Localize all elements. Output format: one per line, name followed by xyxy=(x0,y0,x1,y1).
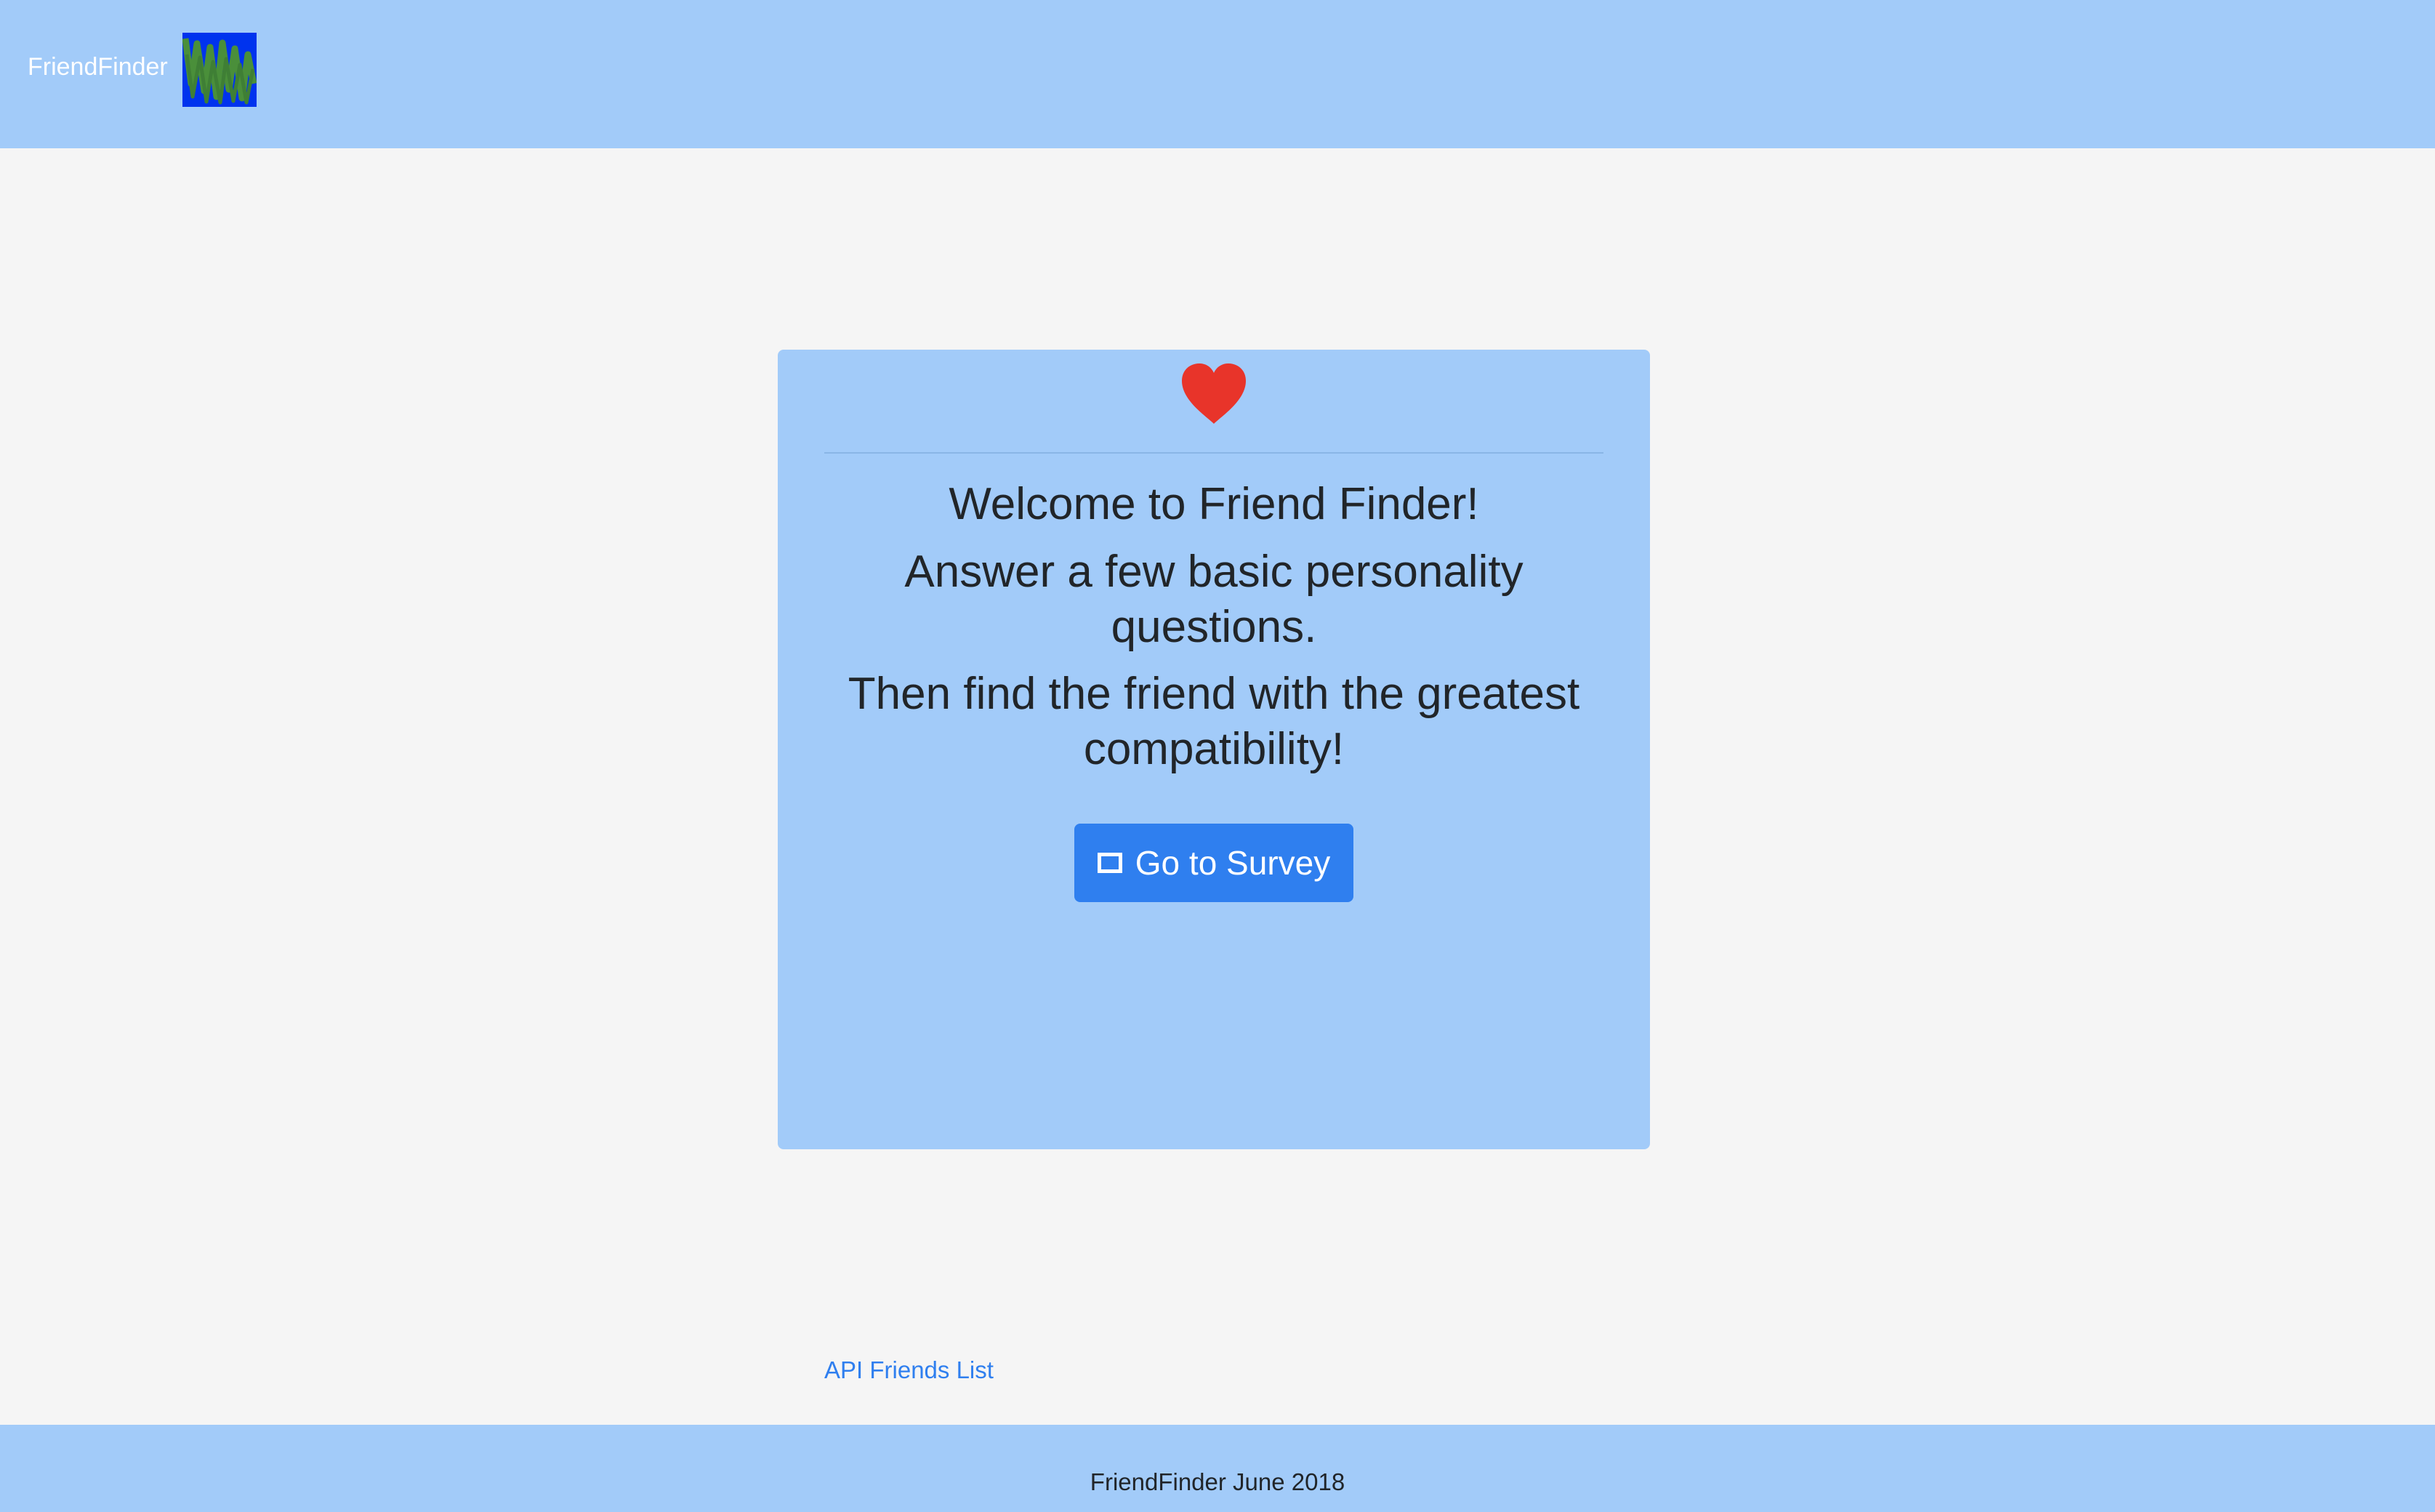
instructions-heading: Answer a few basic personality questions… xyxy=(904,547,1524,652)
go-to-survey-button[interactable]: Go to Survey xyxy=(1074,824,1353,902)
welcome-card: Welcome to Friend Finder! Answer a few b… xyxy=(778,350,1650,1383)
footer: FriendFinder June 2018 xyxy=(0,1425,2435,1512)
navbar: FriendFinder xyxy=(0,0,2435,148)
checkbox-icon xyxy=(1097,853,1122,873)
card-divider xyxy=(824,452,1603,454)
footer-text: FriendFinder June 2018 xyxy=(1090,1468,1345,1495)
zigzag-logo-icon[interactable] xyxy=(182,33,257,107)
welcome-heading: Welcome to Friend Finder! xyxy=(949,479,1479,529)
api-friends-list-link[interactable]: API Friends List xyxy=(824,1356,994,1385)
compatibility-heading: Then find the friend with the greatest c… xyxy=(848,669,1580,774)
go-to-survey-label: Go to Survey xyxy=(1135,844,1331,882)
brand-link[interactable]: FriendFinder xyxy=(28,51,168,83)
heart-icon xyxy=(1179,361,1249,427)
